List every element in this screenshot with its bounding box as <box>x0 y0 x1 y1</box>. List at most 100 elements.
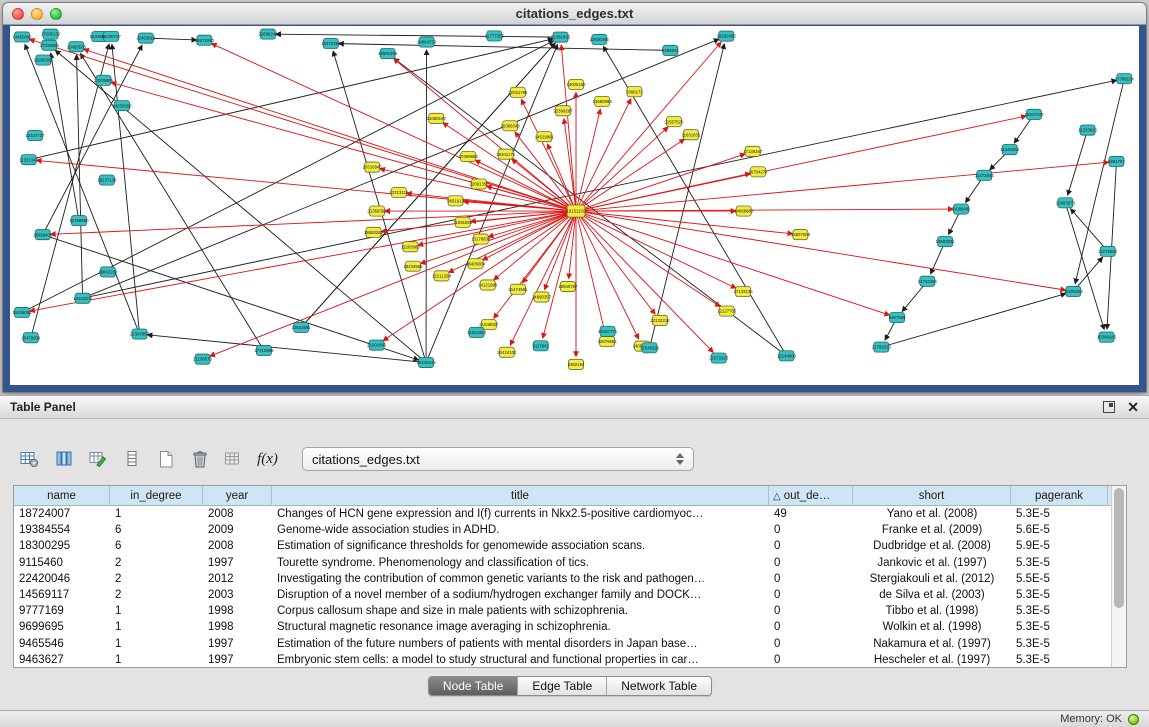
graph-node[interactable]: 21359362 <box>367 206 387 216</box>
graph-node[interactable]: 17710958 <box>254 345 274 355</box>
cell-short[interactable]: Dudbridge et al. (2008) <box>853 538 1011 554</box>
graph-node[interactable]: 22690241 <box>258 29 278 39</box>
graph-node[interactable]: 12777353 <box>485 31 505 41</box>
graph-node[interactable]: 21557520 <box>664 117 684 127</box>
edit-table-icon[interactable] <box>84 446 111 472</box>
cell-in_degree[interactable]: 2 <box>110 571 203 587</box>
graph-node[interactable]: 21474591 <box>508 284 528 294</box>
cell-out_degree[interactable]: 0 <box>769 619 853 635</box>
graph-node[interactable]: 13642691 <box>292 322 312 332</box>
cell-title[interactable]: Genome-wide association studies in ADHD. <box>272 522 769 538</box>
graph-node[interactable]: 22132218 <box>650 315 670 325</box>
new-document-icon[interactable] <box>152 446 179 472</box>
cell-name[interactable]: 9115460 <box>14 555 110 571</box>
graph-node[interactable]: 21089481 <box>951 204 971 214</box>
cell-name[interactable]: 22420046 <box>14 571 110 587</box>
graph-node[interactable]: 15206254 <box>1064 286 1084 296</box>
graph-node[interactable]: 14742396 <box>918 276 938 286</box>
graph-node[interactable]: 22936365 <box>590 34 610 44</box>
cell-title[interactable]: Changes of HCN gene expression and I(f) … <box>272 506 769 522</box>
cell-in_degree[interactable]: 2 <box>110 555 203 571</box>
graph-node[interactable]: 9281767 <box>1108 156 1125 166</box>
graph-node[interactable]: 11321340 <box>19 155 38 165</box>
graph-node[interactable]: 11923484 <box>467 327 486 337</box>
column-header-pagerank[interactable]: pagerank <box>1011 486 1108 506</box>
cell-in_degree[interactable]: 1 <box>110 619 203 635</box>
cell-out_degree[interactable]: 0 <box>769 522 853 538</box>
close-window-icon[interactable] <box>12 8 24 20</box>
cell-pagerank[interactable]: 5.6E-5 <box>1011 522 1108 538</box>
cell-title[interactable]: Tourette syndrome. Phenomenology and cla… <box>272 555 769 571</box>
vertical-scrollbar[interactable] <box>1111 486 1126 667</box>
graph-node[interactable]: 21361665 <box>551 32 571 42</box>
graph-node[interactable]: 17099695 <box>459 152 479 162</box>
graph-node[interactable]: 15550262 <box>364 227 384 237</box>
cell-short[interactable]: Stergiakouli et al. (2012) <box>853 571 1011 587</box>
cell-title[interactable]: Structural magnetic resonance image aver… <box>272 619 769 635</box>
graph-node[interactable]: 18940787 <box>558 281 578 291</box>
tab-edge-table[interactable]: Edge Table <box>517 677 606 695</box>
column-chooser-icon[interactable] <box>50 446 77 472</box>
cell-out_degree[interactable]: 0 <box>769 636 853 652</box>
trash-icon[interactable] <box>186 446 213 472</box>
graph-node[interactable]: 21108575 <box>193 354 212 364</box>
cell-title[interactable]: Disruption of a novel member of a sodium… <box>272 587 769 603</box>
cell-year[interactable]: 2009 <box>203 522 272 538</box>
cell-short[interactable]: Yano et al. (2008) <box>853 506 1011 522</box>
graph-node[interactable]: 18237139 <box>97 175 117 185</box>
cell-year[interactable]: 2003 <box>203 587 272 603</box>
cell-year[interactable]: 1997 <box>203 652 272 667</box>
graph-node[interactable]: 16106051 <box>12 307 32 317</box>
cell-name[interactable]: 9699695 <box>14 619 110 635</box>
cell-year[interactable]: 1997 <box>203 555 272 571</box>
cell-pagerank[interactable]: 5.3E-5 <box>1011 587 1108 603</box>
graph-node[interactable]: 16998405 <box>33 230 53 240</box>
cell-name[interactable]: 9777169 <box>14 603 110 619</box>
cell-short[interactable]: Tibbo et al. (1998) <box>853 603 1011 619</box>
graph-node[interactable]: 22397887 <box>130 329 150 339</box>
cell-year[interactable]: 1998 <box>203 603 272 619</box>
graph-node[interactable]: 12144000 <box>777 351 797 361</box>
cell-out_degree[interactable]: 0 <box>769 538 853 554</box>
cell-out_degree[interactable]: 0 <box>769 587 853 603</box>
graph-node[interactable]: 9467569 <box>889 313 906 323</box>
graph-node[interactable]: 13005156 <box>566 79 586 89</box>
cell-year[interactable]: 2012 <box>203 571 272 587</box>
cell-short[interactable]: Hescheler et al. (1997) <box>853 652 1011 667</box>
cell-out_degree[interactable]: 0 <box>769 555 853 571</box>
graph-node[interactable]: 17788154 <box>1115 74 1135 84</box>
cell-in_degree[interactable]: 2 <box>110 587 203 603</box>
graph-node[interactable]: 14529861 <box>535 132 555 142</box>
graph-node[interactable]: 9651613 <box>447 196 464 206</box>
graph-node[interactable]: 17318556 <box>40 40 60 50</box>
graph-node[interactable]: 22021796 <box>508 87 528 97</box>
cell-pagerank[interactable]: 5.3E-5 <box>1011 555 1108 571</box>
cell-out_degree[interactable]: 0 <box>769 603 853 619</box>
cell-title[interactable]: Investigating the contribution of common… <box>272 571 769 587</box>
cell-title[interactable]: Estimation of significance thresholds fo… <box>272 538 769 554</box>
graph-node[interactable]: 18842208 <box>98 267 118 277</box>
graph-node[interactable]: 14068880 <box>734 206 754 216</box>
graph-node[interactable]: 12347727 <box>25 131 45 141</box>
graph-node[interactable]: 18187771 <box>598 326 618 336</box>
cell-year[interactable]: 2008 <box>203 538 272 554</box>
column-header-year[interactable]: year <box>203 486 272 506</box>
graph-node[interactable]: 19593831 <box>936 237 956 247</box>
column-header-name[interactable]: name <box>14 486 110 506</box>
graph-node[interactable]: 12127705 <box>717 306 737 316</box>
graph-node[interactable]: 15479939 <box>21 333 41 343</box>
minimize-window-icon[interactable] <box>31 8 43 20</box>
graph-node[interactable]: 13456192 <box>427 113 447 123</box>
cell-name[interactable]: 19384554 <box>14 522 110 538</box>
table-row[interactable]: 977716911998Corpus callosum shape and si… <box>14 603 1126 619</box>
graph-node[interactable]: 21001096 <box>367 340 387 350</box>
cell-short[interactable]: de Silva et al. (2003) <box>853 587 1011 603</box>
cell-title[interactable]: Corpus callosum shape and size in male p… <box>272 603 769 619</box>
graph-node[interactable]: 15372394 <box>321 38 341 48</box>
graph-node[interactable]: 12198580 <box>69 216 89 226</box>
graph-node[interactable]: 11203988 <box>401 242 420 252</box>
cell-name[interactable]: 18724007 <box>14 506 110 522</box>
table-row[interactable]: 946362711997Embryonic stem cells: a mode… <box>14 652 1126 667</box>
graph-node[interactable]: 14994739 <box>417 37 437 47</box>
cell-out_degree[interactable]: 0 <box>769 571 853 587</box>
